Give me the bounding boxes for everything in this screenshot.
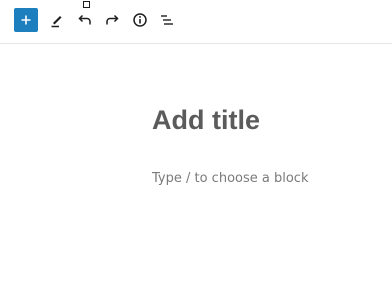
resize-handle[interactable]	[83, 1, 90, 8]
editor-canvas: Add title Type / to choose a block	[0, 45, 392, 299]
plus-icon	[21, 15, 31, 25]
add-block-button[interactable]	[14, 8, 38, 32]
pencil-icon	[51, 16, 62, 28]
list-view-icon	[161, 15, 173, 25]
undo-icon	[78, 14, 91, 25]
info-icon	[133, 13, 147, 27]
undo-button[interactable]	[73, 8, 97, 32]
tools-button[interactable]	[45, 8, 69, 32]
details-button[interactable]	[128, 8, 152, 32]
list-view-button[interactable]	[155, 8, 179, 32]
editor-toolbar	[0, 0, 392, 44]
redo-button[interactable]	[100, 8, 124, 32]
block-appender[interactable]: Type / to choose a block	[152, 170, 308, 188]
block-editor: Add title Type / to choose a block	[0, 0, 392, 299]
redo-icon	[106, 14, 119, 25]
post-title-field[interactable]: Add title	[152, 103, 260, 137]
